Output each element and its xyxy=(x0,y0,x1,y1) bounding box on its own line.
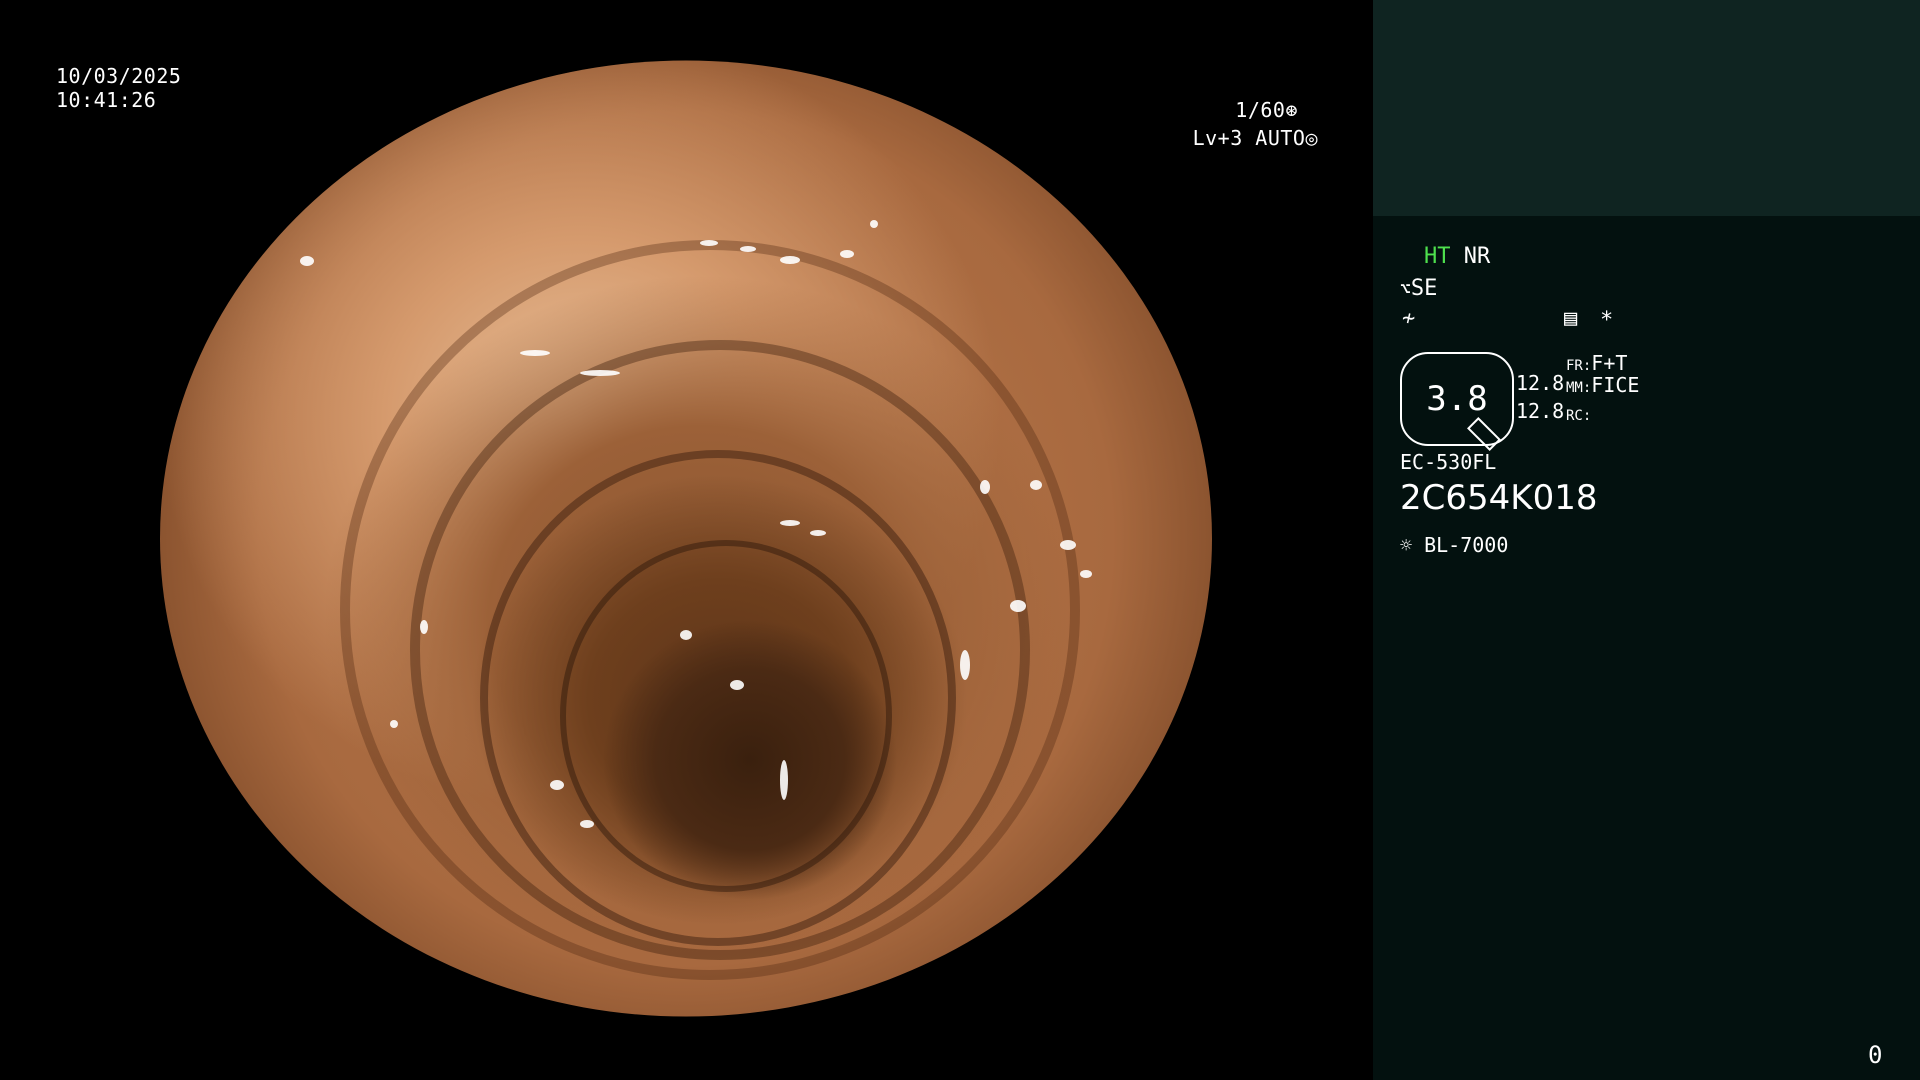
value-1: 12.8 xyxy=(1516,371,1565,395)
light-source-row: ☼ BL-7000 xyxy=(1400,532,1508,558)
time-readout: 10:41:26 xyxy=(56,88,157,112)
iris-mode: Lv+3 AUTO xyxy=(1192,126,1306,150)
frame-counter: 0 xyxy=(1868,1041,1883,1069)
endoscopic-image xyxy=(160,60,1212,1017)
nr-indicator: NR xyxy=(1463,244,1491,269)
value-2: 12.8 xyxy=(1516,399,1565,423)
rc-label: RC: xyxy=(1566,408,1592,424)
scope-model: EC-530FL xyxy=(1400,450,1497,474)
iris-icon: ◎ xyxy=(1305,126,1318,150)
menu-icon: ▤ xyxy=(1564,306,1578,331)
side-panel-header-area xyxy=(1373,0,1920,216)
shutter-icon: ⊛ xyxy=(1285,98,1298,122)
se-indicator: SE xyxy=(1410,276,1438,301)
iris-readout: Lv+3 AUTO◎ xyxy=(1150,126,1318,150)
date-readout: 10/03/2025 xyxy=(56,64,182,88)
ht-indicator: HT xyxy=(1424,244,1451,269)
endoscope-video-area: 10/03/2025 10:41:26 1/60⊛ Lv+3 AUTO◎ xyxy=(0,0,1373,1080)
mm-value: FICE xyxy=(1591,373,1640,397)
zoom-indicator: 3.8 xyxy=(1400,352,1514,451)
shutter-readout: 1/60⊛ xyxy=(1150,98,1298,122)
se-row: ⌥SE xyxy=(1400,276,1437,303)
zoom-value: 3.8 xyxy=(1426,379,1488,419)
light-source-icon: ☼ xyxy=(1400,533,1413,557)
scope-serial: 2C654K018 xyxy=(1400,478,1598,518)
mm-label: MM: xyxy=(1566,380,1592,396)
light-source-model: BL-7000 xyxy=(1424,533,1509,557)
mm-row: MM:FICE xyxy=(1566,372,1639,401)
rc-row: RC: xyxy=(1566,400,1591,429)
shutter-speed: 1/60 xyxy=(1235,98,1286,122)
structure-enhance-icon: ⌥ xyxy=(1400,279,1411,300)
color-mode-icon: ≁ xyxy=(1402,306,1416,331)
ht-nr-row: HT NR xyxy=(1424,244,1490,270)
asterisk-indicator: * xyxy=(1600,308,1614,333)
